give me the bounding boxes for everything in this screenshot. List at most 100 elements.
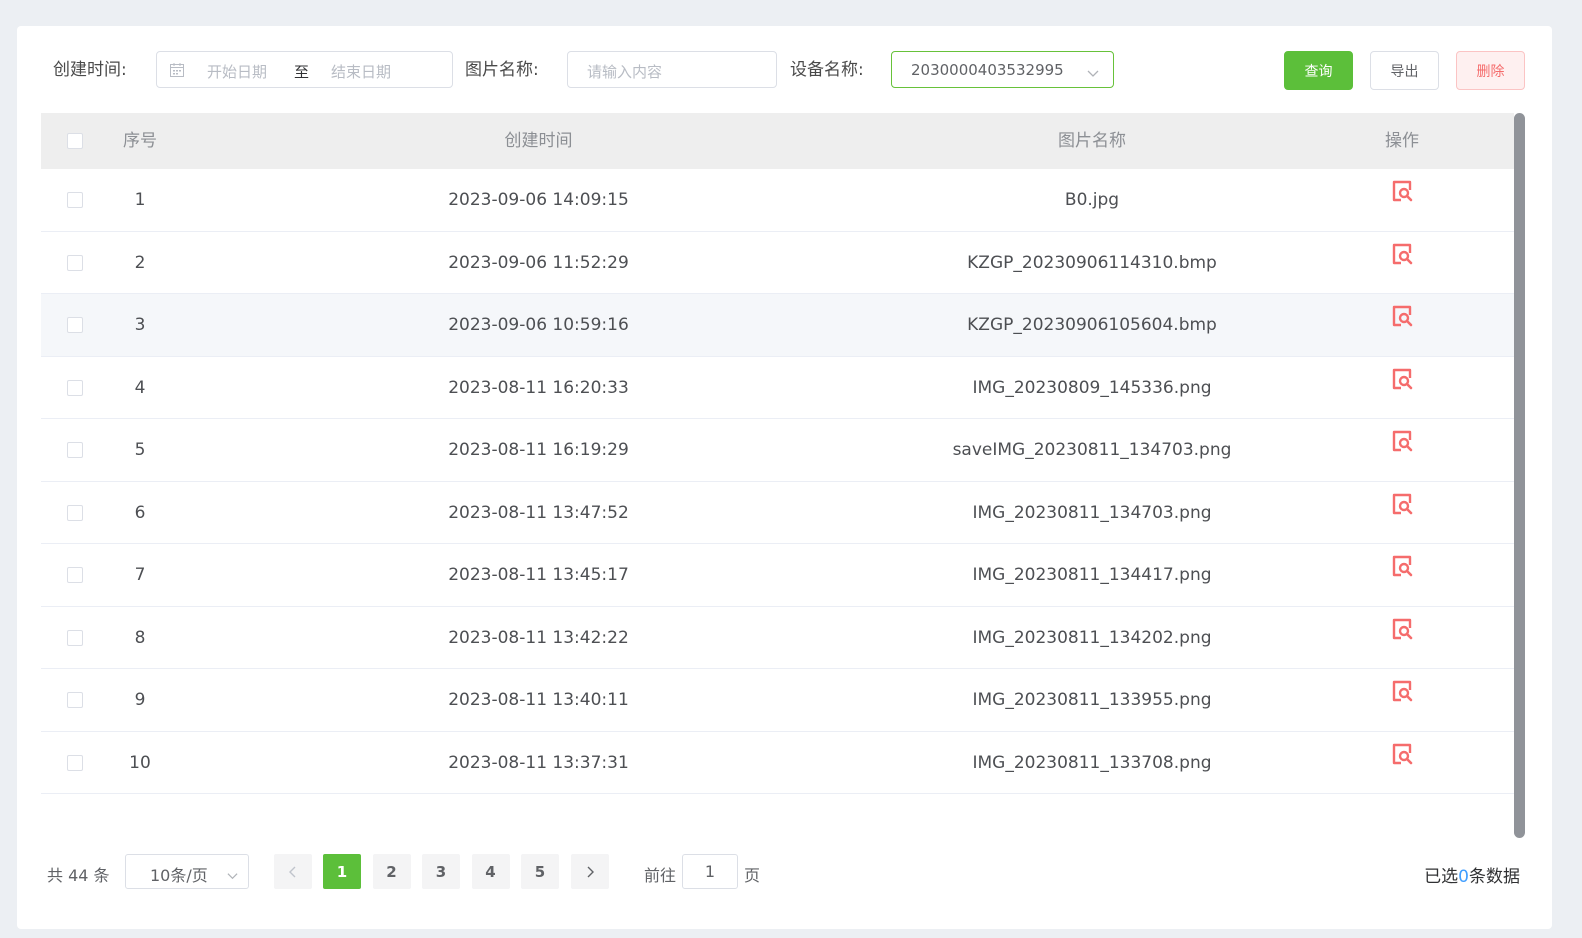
next-page-button[interactable] — [571, 854, 609, 889]
row-create-time: 2023-08-11 13:45:17 — [448, 565, 629, 585]
delete-button[interactable]: 删除 — [1456, 51, 1525, 90]
row-create-time: 2023-08-11 13:37:31 — [448, 752, 629, 773]
page-button-4[interactable]: 4 — [471, 854, 510, 889]
select-all-cell — [41, 113, 109, 169]
row-index: 1 — [134, 190, 146, 210]
view-image-icon[interactable] — [1391, 354, 1413, 416]
row-operation — [1278, 482, 1526, 544]
row-checkbox-cell — [41, 169, 109, 231]
row-image-name: KZGP_20230906105604.bmp — [967, 315, 1217, 335]
row-checkbox[interactable] — [67, 567, 83, 583]
row-image-name: IMG_20230811_134703.png — [972, 502, 1212, 523]
date-range-picker[interactable]: 开始日期 至 结束日期 — [156, 51, 453, 88]
image-name-input[interactable]: 请输入内容 — [567, 51, 777, 88]
table-row[interactable]: 8 2023-08-11 13:42:22 IMG_20230811_134202.… — [41, 606, 1514, 669]
view-image-icon[interactable] — [1391, 729, 1413, 791]
select-all-checkbox[interactable] — [67, 133, 83, 149]
row-create-time: 2023-09-06 10:59:16 — [448, 315, 629, 335]
selected-count: 0 — [1458, 867, 1469, 887]
table-row[interactable]: 1 2023-09-06 14:09:15 B0.jpg — [41, 169, 1514, 232]
table-row[interactable]: 7 2023-08-11 13:45:17 IMG_20230811_134417.… — [41, 544, 1514, 607]
chevron-down-icon — [227, 866, 238, 880]
image-table: 序号 创建时间 图片名称 操作 1 2023-09-06 14:09:15 B0.j… — [41, 113, 1514, 794]
selected-prefix: 已选 — [1424, 867, 1459, 887]
filter-bar: 创建时间: 开始日期 至 结束日期 图片名称: 请输入内容 设备名称: 2030… — [17, 26, 1552, 116]
row-checkbox[interactable] — [67, 317, 83, 333]
table-row[interactable]: 3 2023-09-06 10:59:16 KZGP_20230906105604.… — [41, 294, 1514, 357]
page-size-select[interactable]: 10条/页 — [125, 854, 249, 889]
prev-page-button[interactable] — [274, 854, 312, 889]
row-checkbox[interactable] — [67, 692, 83, 708]
row-index: 10 — [129, 752, 151, 773]
view-image-icon[interactable] — [1391, 416, 1413, 478]
device-select[interactable]: 2030000403532995 — [891, 51, 1114, 88]
chevron-left-icon — [289, 866, 296, 877]
query-button[interactable]: 查询 — [1284, 51, 1353, 90]
image-name-placeholder: 请输入内容 — [587, 63, 663, 81]
table-row[interactable]: 9 2023-08-11 13:40:11 IMG_20230811_133955.… — [41, 669, 1514, 732]
row-image-name: IMG_20230811_133708.png — [972, 752, 1212, 773]
page-suffix: 页 — [744, 866, 761, 885]
view-image-icon[interactable] — [1391, 666, 1413, 728]
table-row[interactable]: 5 2023-08-11 16:19:29 saveIMG_20230811_134… — [41, 419, 1514, 482]
row-checkbox[interactable] — [67, 504, 83, 521]
row-index: 3 — [134, 315, 146, 335]
row-image-name: IMG_20230809_145336.png — [972, 377, 1212, 398]
table-row[interactable]: 6 2023-08-11 13:47:52 IMG_20230811_134703.… — [41, 481, 1514, 544]
row-create-time: 2023-09-06 11:52:29 — [448, 252, 629, 273]
goto-label: 前往 — [644, 866, 677, 885]
row-checkbox-cell — [41, 544, 109, 606]
page-button-2[interactable]: 2 — [372, 854, 411, 889]
export-button[interactable]: 导出 — [1370, 51, 1439, 90]
row-checkbox[interactable] — [67, 442, 83, 458]
end-date-input[interactable]: 结束日期 — [331, 61, 391, 82]
page-button-1[interactable]: 1 — [323, 854, 361, 889]
image-name-label: 图片名称: — [465, 60, 539, 80]
create-time-label: 创建时间: — [53, 60, 127, 80]
pagination: 共 44 条 10条/页 12345 前往 1 页 已选0条数据 — [17, 854, 1552, 890]
page-button-5[interactable]: 5 — [521, 854, 559, 889]
row-operation — [1278, 732, 1526, 794]
view-image-icon[interactable] — [1391, 541, 1413, 603]
row-checkbox-cell — [41, 357, 109, 419]
row-index: 5 — [134, 440, 146, 460]
table-row[interactable]: 4 2023-08-11 16:20:33 IMG_20230809_145336.… — [41, 354, 1514, 419]
header-operation: 操作 — [1385, 131, 1419, 151]
row-image-name: KZGP_20230906114310.bmp — [967, 252, 1217, 273]
view-image-icon[interactable] — [1391, 604, 1413, 666]
view-image-icon[interactable] — [1391, 291, 1413, 353]
row-image-name: saveIMG_20230811_134703.png — [952, 440, 1232, 460]
row-create-time: 2023-08-11 13:42:22 — [448, 627, 629, 648]
row-image-name: IMG_20230811_134202.png — [972, 627, 1212, 648]
table-row[interactable]: 2 2023-09-06 11:52:29 KZGP_20230906114310.… — [41, 229, 1514, 294]
row-checkbox-cell — [41, 419, 109, 481]
row-checkbox[interactable] — [67, 379, 83, 396]
chevron-down-icon — [1087, 64, 1099, 77]
view-image-icon[interactable] — [1391, 229, 1413, 291]
start-date-input[interactable]: 开始日期 — [207, 61, 267, 82]
row-checkbox-cell — [41, 294, 109, 356]
row-checkbox[interactable] — [67, 754, 83, 771]
row-checkbox[interactable] — [67, 192, 83, 208]
table-header: 序号 创建时间 图片名称 操作 — [41, 113, 1514, 169]
row-checkbox-cell — [41, 732, 109, 794]
view-image-icon[interactable] — [1391, 166, 1413, 228]
row-operation — [1278, 294, 1526, 356]
row-operation — [1278, 544, 1526, 606]
row-operation — [1278, 607, 1526, 669]
page-button-3[interactable]: 3 — [422, 854, 460, 889]
range-separator: 至 — [294, 63, 310, 81]
selected-suffix: 条数据 — [1469, 867, 1520, 887]
table-scrollbar[interactable] — [1514, 113, 1525, 838]
row-create-time: 2023-08-11 13:47:52 — [448, 502, 629, 523]
row-create-time: 2023-08-11 16:19:29 — [448, 440, 629, 460]
table-row[interactable]: 10 2023-08-11 13:37:31 IMG_20230811_133708… — [41, 731, 1514, 794]
row-checkbox[interactable] — [67, 629, 83, 646]
selected-count-info: 已选0条数据 — [1424, 862, 1520, 887]
row-checkbox-cell — [41, 482, 109, 544]
row-operation — [1278, 419, 1526, 481]
goto-page-input[interactable]: 1 — [682, 854, 738, 889]
view-image-icon[interactable] — [1391, 479, 1413, 541]
row-checkbox[interactable] — [67, 254, 83, 271]
row-operation — [1278, 169, 1526, 231]
